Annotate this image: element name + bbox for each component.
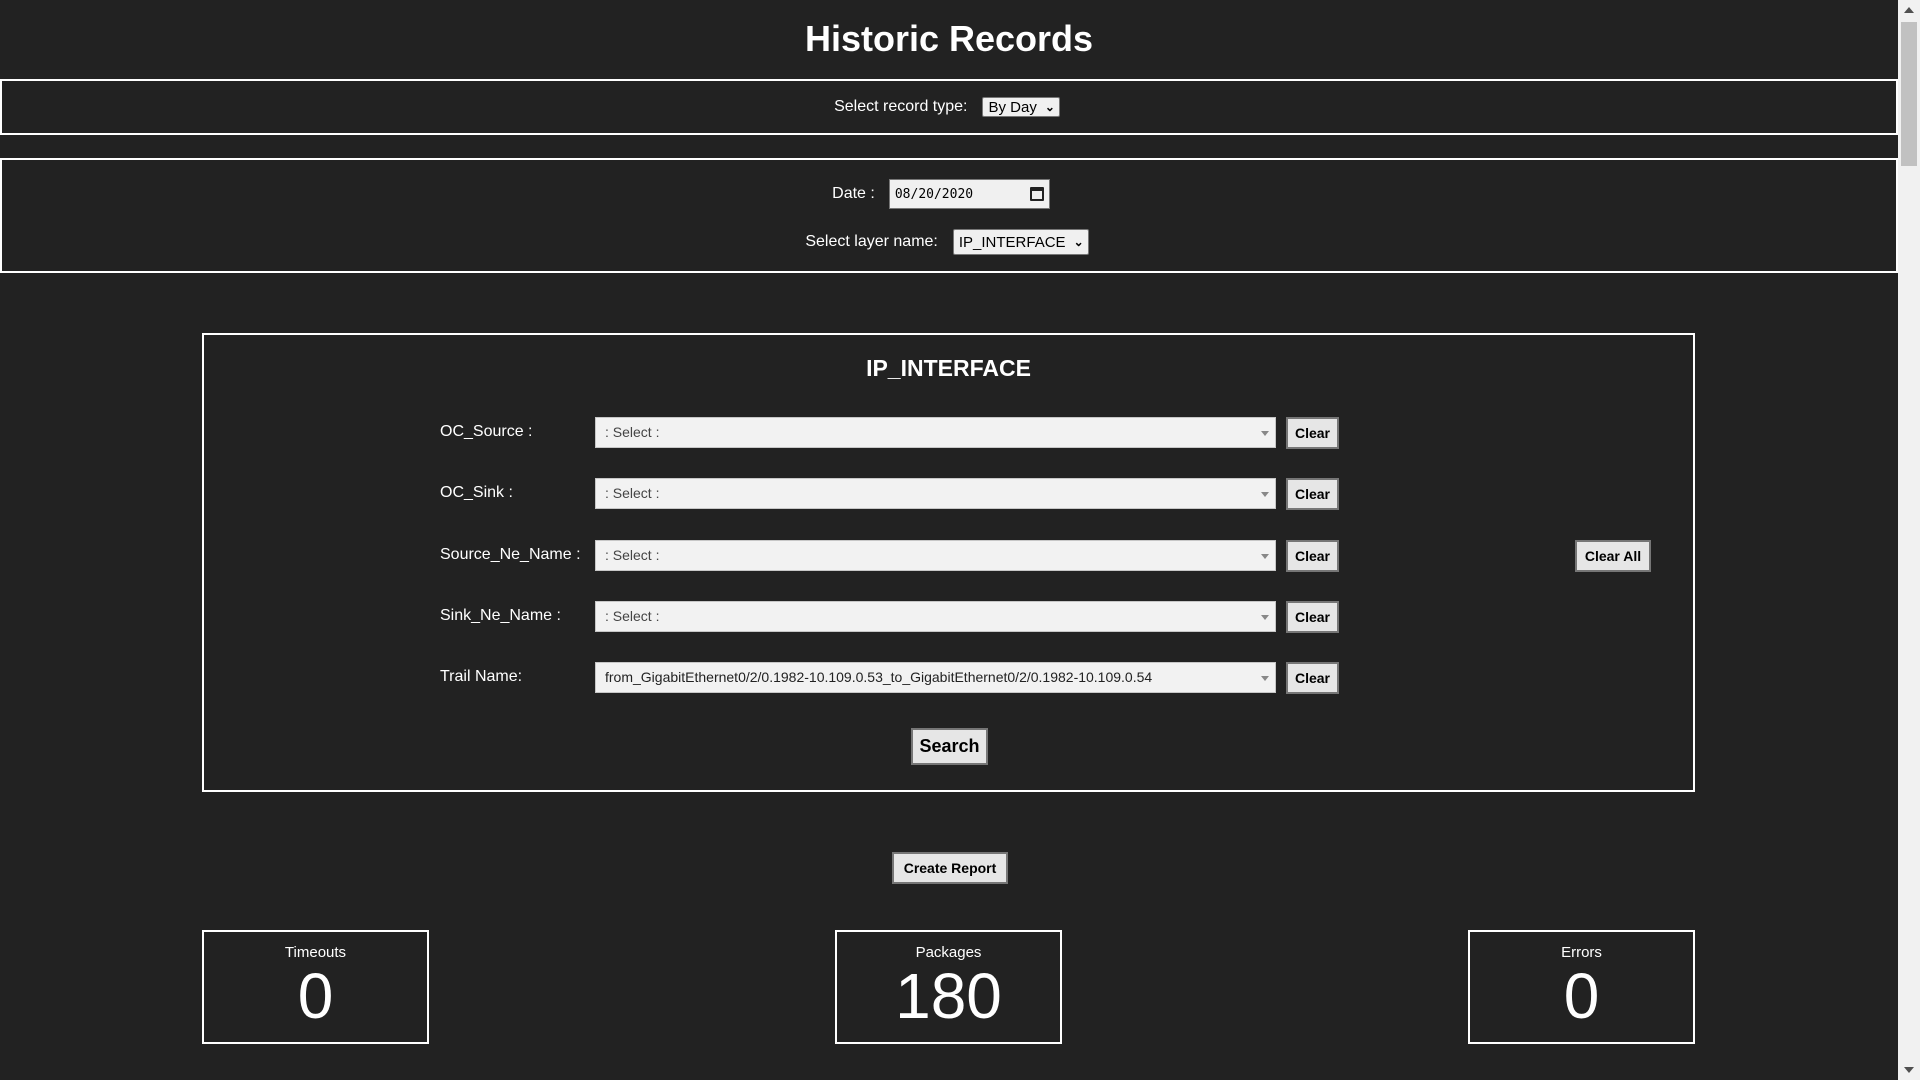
clear-all-button[interactable]: Clear All bbox=[1575, 540, 1651, 572]
sink-ne-name-label: Sink_Ne_Name : bbox=[440, 607, 561, 624]
oc-sink-clear-button[interactable]: Clear bbox=[1286, 478, 1339, 510]
vertical-scrollbar[interactable] bbox=[1898, 0, 1920, 1080]
scroll-up-arrow-icon[interactable] bbox=[1904, 7, 1914, 13]
oc-sink-value: : Select : bbox=[605, 485, 660, 501]
layer-select[interactable]: IP_INTERFACE ⌄ bbox=[952, 229, 1089, 255]
chevron-down-icon: ⌄ bbox=[1073, 235, 1084, 249]
ip-interface-panel: IP_INTERFACE OC_Source : : Select : Clea… bbox=[202, 333, 1695, 792]
page-title: Historic Records bbox=[804, 18, 1094, 59]
stat-value: 0 bbox=[1563, 960, 1600, 1032]
stat-card-packages: Packages 180 bbox=[835, 930, 1062, 1044]
trail-name-select[interactable]: from_GigabitEthernet0/2/0.1982-10.109.0.… bbox=[595, 662, 1276, 693]
field-row-oc-sink: OC_Sink : : Select : Clear bbox=[440, 478, 1500, 510]
dropdown-arrow-icon bbox=[1261, 615, 1269, 620]
search-button[interactable]: Search bbox=[911, 728, 988, 765]
field-row-oc-source: OC_Source : : Select : Clear bbox=[440, 417, 1500, 449]
scrollbar-thumb[interactable] bbox=[1901, 22, 1917, 166]
panel-title: IP_INTERFACE bbox=[866, 355, 1031, 381]
trail-name-value: from_GigabitEthernet0/2/0.1982-10.109.0.… bbox=[605, 669, 1153, 685]
oc-source-label: OC_Source : bbox=[440, 423, 533, 440]
field-row-sink-ne-name: Sink_Ne_Name : : Select : Clear bbox=[440, 601, 1500, 633]
sink-ne-name-value: : Select : bbox=[605, 608, 660, 624]
stat-label: Packages bbox=[915, 944, 982, 961]
record-type-selected: By Day bbox=[988, 98, 1037, 116]
record-type-label: Select record type: bbox=[834, 98, 968, 115]
oc-source-clear-button[interactable]: Clear bbox=[1286, 417, 1339, 449]
sink-ne-name-clear-button[interactable]: Clear bbox=[1286, 601, 1339, 633]
stat-value: 180 bbox=[895, 960, 1002, 1032]
historic-records-page: Historic Records Select record type: By … bbox=[0, 0, 1898, 1080]
source-ne-name-value: : Select : bbox=[605, 547, 660, 563]
create-report-button[interactable]: Create Report bbox=[892, 852, 1008, 884]
stat-card-errors: Errors 0 bbox=[1468, 930, 1695, 1044]
source-ne-name-label: Source_Ne_Name : bbox=[440, 546, 581, 563]
date-label: Date : bbox=[832, 185, 875, 202]
oc-sink-label: OC_Sink : bbox=[440, 484, 513, 501]
oc-sink-select[interactable]: : Select : bbox=[595, 478, 1276, 509]
dropdown-arrow-icon bbox=[1261, 492, 1269, 497]
scroll-down-arrow-icon[interactable] bbox=[1904, 1067, 1914, 1073]
date-value: 08/20/2020 bbox=[894, 186, 974, 202]
calendar-icon[interactable] bbox=[1029, 187, 1044, 201]
date-input[interactable]: 08/20/2020 bbox=[888, 179, 1050, 209]
layer-label: Select layer name: bbox=[805, 233, 938, 250]
record-type-select[interactable]: By Day ⌄ bbox=[982, 97, 1060, 117]
stat-value: 0 bbox=[297, 960, 334, 1032]
layer-selected: IP_INTERFACE bbox=[958, 233, 1066, 251]
oc-source-value: : Select : bbox=[605, 424, 660, 440]
stat-card-timeouts: Timeouts 0 bbox=[202, 930, 429, 1044]
record-type-row: Select record type: By Day ⌄ bbox=[0, 95, 1894, 119]
chevron-down-icon: ⌄ bbox=[1044, 100, 1055, 114]
field-row-source-ne-name: Source_Ne_Name : : Select : Clear Clear … bbox=[440, 540, 1660, 572]
stat-label: Timeouts bbox=[284, 944, 347, 961]
field-row-trail-name: Trail Name: from_GigabitEthernet0/2/0.19… bbox=[440, 662, 1500, 694]
sink-ne-name-select[interactable]: : Select : bbox=[595, 601, 1276, 632]
dropdown-arrow-icon bbox=[1261, 554, 1269, 559]
oc-source-select[interactable]: : Select : bbox=[595, 417, 1276, 448]
stat-label: Errors bbox=[1561, 944, 1602, 961]
date-row: Date : 08/20/2020 bbox=[0, 178, 1894, 210]
layer-row: Select layer name: IP_INTERFACE ⌄ bbox=[0, 228, 1894, 256]
source-ne-name-select[interactable]: : Select : bbox=[595, 540, 1276, 571]
trail-name-label: Trail Name: bbox=[440, 668, 523, 685]
dropdown-arrow-icon bbox=[1261, 431, 1269, 436]
trail-name-clear-button[interactable]: Clear bbox=[1286, 662, 1339, 694]
dropdown-arrow-icon bbox=[1261, 676, 1269, 681]
source-ne-name-clear-button[interactable]: Clear bbox=[1286, 540, 1339, 572]
